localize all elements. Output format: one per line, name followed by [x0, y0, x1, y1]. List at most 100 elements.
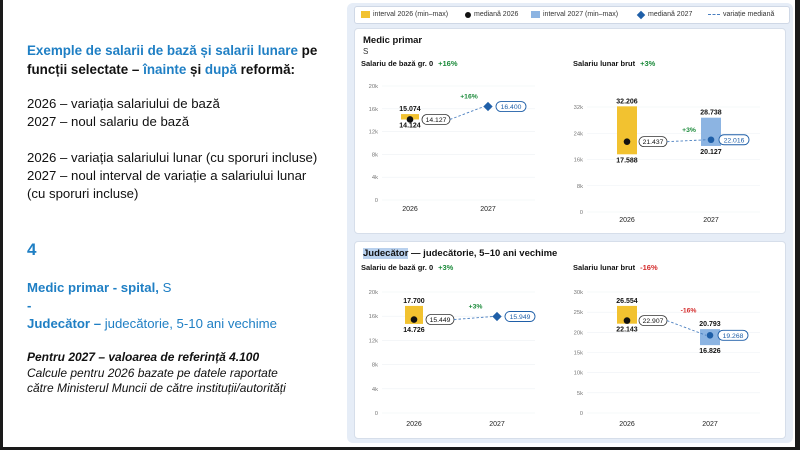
panel-title-base: Salariu de bază gr. 0 +3% — [361, 263, 453, 272]
y-tick-label: 0 — [375, 198, 378, 204]
frame-right-border — [795, 0, 800, 450]
y-tick-label: 15k — [574, 351, 583, 357]
blue-swatch-icon — [531, 11, 540, 18]
y-tick-label: 12k — [369, 338, 378, 344]
y-tick-label: 0 — [580, 210, 583, 216]
max-label-2027: 28.738 — [700, 110, 722, 117]
min-label-2026: 22.143 — [616, 327, 638, 334]
legend-item-median-2027: mediană 2027 — [636, 10, 692, 19]
y-tick-label: 20k — [369, 84, 378, 90]
median-2027-label: 19.268 — [723, 333, 744, 340]
note-calc-2: către Ministerul Muncii de către institu… — [27, 381, 286, 395]
x-tick-label-2026: 2026 — [402, 206, 418, 213]
max-label-2026: 32.206 — [616, 98, 638, 105]
x-tick-label-2027: 2027 — [480, 206, 496, 213]
y-tick-label: 10k — [574, 371, 583, 377]
y-tick-label: 24k — [574, 131, 583, 137]
panel-title-monthly: Salariu lunar brut -16% — [573, 263, 658, 272]
median-2026-label: 22.907 — [643, 318, 664, 325]
variation-line — [453, 316, 494, 320]
frame-left-border — [0, 0, 3, 450]
max-label-2026: 17.700 — [403, 298, 425, 305]
min-label-2026: 14.726 — [403, 327, 425, 334]
y-tick-label: 12k — [369, 130, 378, 136]
variation-label: +3% — [469, 304, 483, 311]
variation-badge: +3% — [438, 263, 454, 272]
legend-label: interval 2027 (min–max) — [543, 11, 619, 18]
median-2027-diamond — [483, 101, 493, 112]
card-subtitle: S — [363, 47, 369, 56]
heading-text-si: și — [190, 62, 202, 77]
legend-line-2: 2027 – noul salariu de bază — [27, 114, 190, 129]
yellow-swatch-icon — [361, 11, 370, 18]
median-2027-diamond — [492, 311, 502, 322]
heading-text-inainte: înainte — [143, 62, 187, 77]
y-tick-label: 8k — [372, 363, 378, 369]
median-2026-label: 15.449 — [430, 317, 451, 324]
median-2027-label: 15.949 — [510, 314, 531, 321]
slide-heading: Exemple de salarii de bază și salarii lu… — [27, 41, 327, 79]
heading-text-functii: funcții selectate – — [27, 62, 140, 77]
x-tick-label-2026: 2026 — [619, 421, 635, 428]
job-1-title: Medic primar - spital, — [27, 280, 159, 295]
black-dot-icon — [465, 11, 471, 18]
dashed-line-icon — [708, 14, 720, 15]
card-title-name: Medic primar — [363, 35, 423, 46]
legend-item-median-2026: mediană 2026 — [465, 11, 518, 18]
y-tick-label: 4k — [372, 387, 378, 393]
card-title: Medic primar — [363, 35, 422, 46]
y-tick-label: 30k — [574, 290, 583, 296]
blue-diamond-icon — [636, 10, 646, 19]
panel-title-text: Salariu de bază gr. 0 — [361, 263, 434, 272]
max-label-2026: 15.074 — [399, 106, 421, 113]
y-tick-label: 8k — [577, 184, 583, 190]
y-tick-label: 0 — [580, 411, 583, 417]
legend-item-interval-2026: interval 2026 (min–max) — [361, 11, 448, 18]
y-tick-label: 25k — [574, 310, 583, 316]
job-separator: - — [27, 298, 32, 313]
y-tick-label: 0 — [375, 411, 378, 417]
card-title-name: Judecător — [363, 248, 409, 259]
job-1-detail: S — [158, 280, 172, 295]
panel-title-text: Salariu lunar brut — [573, 263, 636, 272]
y-tick-label: 16k — [574, 158, 583, 164]
heading-blue-text: Exemple de salarii de bază și salarii lu… — [27, 43, 298, 58]
variation-label: +16% — [460, 94, 478, 101]
variation-label: +3% — [682, 127, 696, 134]
chart-judge-monthly-salary: 0 5k 10k 15k 20k 25k 30k 2026 2027 26.554 22.143 20… — [574, 290, 760, 428]
min-label-2027: 16.826 — [699, 348, 721, 355]
variation-label: -16% — [681, 308, 697, 315]
panel-title-text: Salariu lunar brut — [573, 59, 636, 68]
chart-medic-base-salary: 0 4k 8k 12k 16k 20k 2026 2027 15.074 14.124 14.127… — [369, 84, 535, 213]
chart-legend: interval 2026 (min–max) mediană 2026 int… — [354, 6, 790, 24]
median-2026-label: 14.127 — [426, 117, 447, 124]
variation-badge: +16% — [438, 59, 458, 68]
y-tick-label: 16k — [369, 107, 378, 113]
variation-line — [449, 106, 485, 120]
y-tick-label: 20k — [574, 330, 583, 336]
min-label-2027: 20.127 — [700, 149, 722, 156]
section-number: 4 — [27, 240, 37, 259]
legend-line-1: 2026 – variația salariului de bază — [27, 96, 220, 111]
heading-text-reforma: reformă: — [240, 62, 295, 77]
variation-badge: +3% — [640, 59, 656, 68]
panel-title-monthly: Salariu lunar brut +3% — [573, 59, 655, 68]
median-2026-dot — [623, 138, 631, 145]
x-tick-label-2027: 2027 — [703, 217, 719, 224]
heading-text-pe: pe — [301, 43, 318, 58]
median-2026-dot — [623, 317, 631, 324]
panel-title-text: Salariu de bază gr. 0 — [361, 59, 434, 68]
y-tick-label: 5k — [577, 391, 583, 397]
x-tick-label-2026: 2026 — [406, 421, 422, 428]
x-tick-label-2027: 2027 — [702, 421, 718, 428]
median-2026-dot — [406, 116, 414, 123]
chart-medic-monthly-salary: 0 8k 16k 24k 32k 2026 2027 32.206 17.588 28.738 20… — [574, 98, 760, 224]
legend-item-interval-2027: interval 2027 (min–max) — [531, 11, 618, 18]
job-2-detail: judecătorie, 5-10 ani vechime — [101, 316, 277, 331]
job-1: Medic primar - spital, S — [27, 280, 171, 295]
legend-label: mediană 2026 — [474, 11, 519, 18]
y-tick-label: 32k — [574, 105, 583, 111]
median-2026-dot — [410, 316, 418, 323]
median-2027-label: 22.016 — [724, 137, 745, 144]
y-tick-label: 16k — [369, 314, 378, 320]
